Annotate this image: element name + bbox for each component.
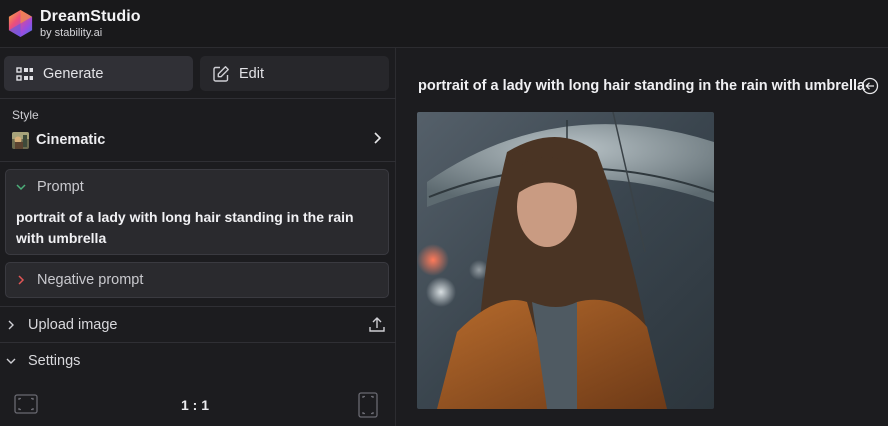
aspect-ratio-value[interactable]: 1 : 1 — [150, 397, 240, 413]
app-name: DreamStudio — [40, 8, 141, 25]
arrow-left-circle-icon[interactable] — [861, 77, 879, 95]
divider — [0, 342, 396, 343]
style-thumbnail — [12, 131, 29, 149]
sidebar: Generate Edit Style Cinematic Prompt por… — [0, 48, 396, 426]
chevron-right-icon — [5, 319, 17, 331]
upload-icon[interactable] — [368, 316, 386, 334]
divider — [0, 161, 396, 162]
settings-label: Settings — [28, 353, 81, 369]
style-selector[interactable]: Cinematic — [12, 129, 384, 151]
chevron-down-icon — [15, 181, 27, 193]
portrait-aspect-icon[interactable] — [358, 392, 378, 418]
generate-button[interactable]: Generate — [4, 56, 193, 91]
style-value: Cinematic — [36, 132, 106, 148]
prompt-input[interactable]: portrait of a lady with long hair standi… — [16, 207, 366, 249]
app-byline: by stability.ai — [40, 27, 103, 39]
upload-image-section[interactable]: Upload image — [0, 308, 396, 342]
chevron-right-icon — [15, 274, 27, 286]
negative-prompt-label: Negative prompt — [37, 272, 144, 288]
prompt-label: Prompt — [37, 179, 84, 195]
negative-prompt-header[interactable]: Negative prompt — [15, 272, 143, 288]
result-prompt-title: portrait of a lady with long hair standi… — [418, 78, 866, 94]
style-label: Style — [12, 108, 39, 122]
generated-image[interactable] — [417, 112, 714, 409]
divider — [0, 98, 396, 99]
main-panel: portrait of a lady with long hair standi… — [397, 48, 888, 426]
settings-section[interactable]: Settings — [0, 344, 396, 378]
negative-prompt-panel[interactable]: Negative prompt — [5, 262, 389, 298]
dreamstudio-logo-icon[interactable] — [6, 9, 35, 38]
upload-image-label: Upload image — [28, 317, 118, 333]
generate-button-label: Generate — [43, 65, 104, 82]
edit-icon — [211, 64, 231, 84]
chevron-down-icon — [5, 355, 17, 367]
grid-icon — [15, 64, 35, 84]
prompt-header[interactable]: Prompt — [15, 179, 84, 195]
landscape-aspect-icon[interactable] — [14, 394, 38, 414]
edit-button-label: Edit — [239, 65, 264, 82]
chevron-right-icon — [374, 132, 382, 144]
edit-button[interactable]: Edit — [200, 56, 389, 91]
prompt-panel[interactable]: Prompt portrait of a lady with long hair… — [5, 169, 389, 255]
divider — [0, 306, 396, 307]
app-header: DreamStudio by stability.ai — [0, 0, 888, 48]
